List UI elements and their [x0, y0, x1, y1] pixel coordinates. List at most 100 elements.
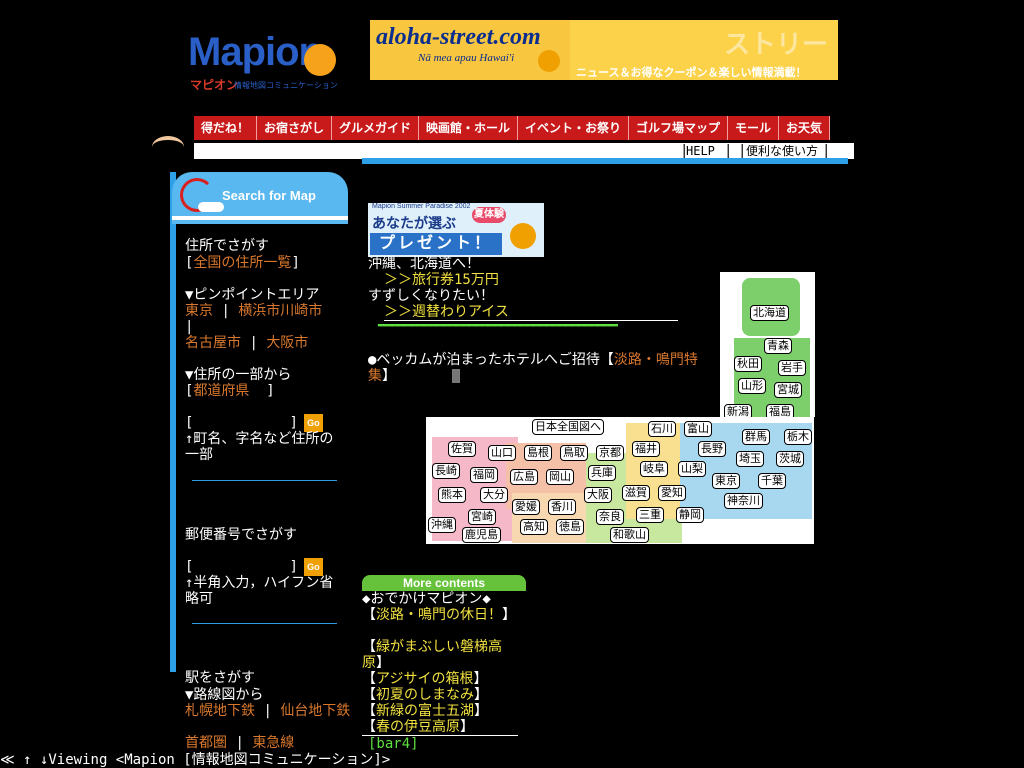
- pref-hiroshima[interactable]: 広島: [510, 469, 538, 485]
- pref-kagoshima[interactable]: 鹿児島: [462, 527, 501, 543]
- postal-input-row: [] Go: [185, 558, 323, 576]
- route-row-1: 札幌地下鉄 | 仙台地下鉄: [185, 703, 351, 719]
- nationwide-map-link[interactable]: 日本全国図へ: [532, 419, 604, 435]
- pref-kyoto[interactable]: 京都: [596, 445, 624, 461]
- route-tokyu-link[interactable]: 東急線: [252, 735, 294, 751]
- logo-tagline: 情報地図コミュニケーション: [234, 81, 338, 90]
- pref-gunma[interactable]: 群馬: [742, 429, 770, 445]
- help-link[interactable]: HELP: [686, 143, 715, 159]
- nav-tab-tokudane[interactable]: 得だね！: [194, 116, 257, 140]
- pref-fukui[interactable]: 福井: [632, 441, 660, 457]
- pref-saga[interactable]: 佐賀: [448, 441, 476, 457]
- pref-shiga[interactable]: 滋賀: [622, 485, 650, 501]
- pref-kagawa[interactable]: 香川: [548, 499, 576, 515]
- pref-miyazaki[interactable]: 宮崎: [468, 509, 496, 525]
- prefecture-select[interactable]: 都道府県: [193, 383, 249, 399]
- pref-nagano[interactable]: 長野: [698, 441, 726, 457]
- pref-gifu[interactable]: 岐阜: [640, 461, 668, 477]
- pref-nara[interactable]: 奈良: [596, 509, 624, 525]
- more-item-hakone[interactable]: アジサイの箱根: [376, 671, 473, 687]
- pref-akita[interactable]: 秋田: [734, 356, 762, 372]
- pref-kumamoto[interactable]: 熊本: [438, 487, 466, 503]
- summer-present-banner[interactable]: Mapion Summer Paradise 2002 あなたが選ぶ 夏体験 プ…: [368, 203, 544, 257]
- pref-fukuoka[interactable]: 福岡: [470, 467, 498, 483]
- cloud-icon: [198, 202, 224, 212]
- pinpoint-title: ▼ピンポイントエリア: [185, 287, 320, 303]
- banner-ghost-text: ストリー: [723, 29, 828, 59]
- address-list-link[interactable]: 全国の住所一覧: [193, 255, 291, 271]
- pref-oita[interactable]: 大分: [480, 487, 508, 503]
- pref-yamanashi[interactable]: 山梨: [678, 461, 706, 477]
- news-cool: すずしくなりたい！: [368, 288, 494, 304]
- news-okinawa: 沖縄、北海道へ！: [368, 256, 480, 272]
- route-sapporo-link[interactable]: 札幌地下鉄: [185, 703, 255, 719]
- nav-tab-gourmet[interactable]: グルメガイド: [332, 116, 419, 140]
- pref-saitama[interactable]: 埼玉: [736, 451, 764, 467]
- pref-tokushima[interactable]: 徳島: [556, 519, 584, 535]
- pref-ibaraki[interactable]: 茨城: [776, 451, 804, 467]
- howto-link[interactable]: 便利な使い方: [746, 143, 818, 159]
- pref-osaka[interactable]: 大阪: [584, 487, 612, 503]
- postal-hint: ↑半角入力，ハイフン省略可: [185, 575, 334, 607]
- pref-iwate[interactable]: 岩手: [778, 360, 806, 376]
- nav-tab-weather[interactable]: お天気: [779, 116, 830, 140]
- more-item-shimanami[interactable]: 初夏のしまなみ: [376, 687, 474, 703]
- pref-okinawa[interactable]: 沖縄: [428, 517, 456, 533]
- more-item-awaji[interactable]: 淡路・鳴門の休日！: [376, 607, 502, 623]
- pref-ehime[interactable]: 愛媛: [512, 499, 540, 515]
- pinpoint-osaka-link[interactable]: 大阪市: [266, 335, 308, 351]
- prefecture-row: [都道府県 ]: [185, 383, 275, 399]
- banner-tagline: ニュース＆お得なクーポン＆楽しい情報満載！: [576, 67, 807, 79]
- news-travel-voucher-link[interactable]: ＞＞旅行券15万円: [384, 272, 499, 288]
- status-line: ≪ ↑ ↓Viewing <Mapion [情報地図コミュニケーション]>: [0, 752, 1024, 768]
- pref-aomori[interactable]: 青森: [764, 338, 792, 354]
- pinpoint-yokohama-link[interactable]: 横浜市川崎市: [238, 303, 322, 319]
- pref-miyagi[interactable]: 宮城: [774, 382, 802, 398]
- nav-tab-event[interactable]: イベント・お祭り: [518, 116, 629, 140]
- left-panel-border: [170, 172, 176, 672]
- main-nav: 得だね！ お宿さがし グルメガイド 映画館・ホール イベント・お祭り ゴルフ場マ…: [194, 116, 830, 140]
- pref-wakayama[interactable]: 和歌山: [610, 527, 649, 543]
- pref-yamaguchi[interactable]: 山口: [488, 445, 516, 461]
- nav-tab-cinema[interactable]: 映画館・ホール: [419, 116, 518, 140]
- logo-text: Mapion: [188, 30, 323, 74]
- pref-yamagata[interactable]: 山形: [738, 378, 766, 394]
- pinpoint-row-2: 名古屋市 | 大阪市: [185, 335, 309, 351]
- pref-toyama[interactable]: 富山: [684, 421, 712, 437]
- pref-kanagawa[interactable]: 神奈川: [724, 493, 763, 509]
- pref-chiba[interactable]: 千葉: [758, 473, 786, 489]
- route-shutoken-link[interactable]: 首都圏: [185, 735, 227, 751]
- address-go-button[interactable]: Go: [303, 414, 323, 432]
- pref-hokkaido[interactable]: 北海道: [750, 305, 789, 321]
- more-item-izu[interactable]: 春の伊豆高原: [376, 719, 460, 735]
- pref-shizuoka[interactable]: 静岡: [676, 507, 704, 523]
- aloha-street-banner[interactable]: aloha-street.com Nā mea apau Hawai'i ストリ…: [370, 20, 838, 80]
- pref-mie[interactable]: 三重: [636, 507, 664, 523]
- pref-nagasaki[interactable]: 長崎: [432, 463, 460, 479]
- more-item-bandai[interactable]: 緑がまぶしい磐梯高原: [362, 639, 502, 671]
- pref-okayama[interactable]: 岡山: [546, 469, 574, 485]
- postal-go-button[interactable]: Go: [303, 558, 323, 576]
- mapion-logo[interactable]: Mapion マピオン 情報地図コミュニケーション: [186, 30, 358, 96]
- pref-ishikawa[interactable]: 石川: [648, 421, 676, 437]
- pref-tochigi[interactable]: 栃木: [784, 429, 812, 445]
- pinpoint-tokyo-link[interactable]: 東京: [185, 303, 213, 319]
- more-item-fujigoko[interactable]: 新緑の富士五湖: [376, 703, 474, 719]
- pref-aichi[interactable]: 愛知: [658, 485, 686, 501]
- more-item-row-3: 【アジサイの箱根】: [362, 671, 488, 687]
- nav-tab-golf[interactable]: ゴルフ場マップ: [629, 116, 728, 140]
- pref-kochi[interactable]: 高知: [520, 519, 548, 535]
- more-item-row-4: 【初夏のしまなみ】: [362, 687, 488, 703]
- route-sendai-link[interactable]: 仙台地下鉄: [280, 703, 350, 719]
- beckham-news: ●ベッカムが泊まったホテルへご招待【淡路・鳴門特集】: [368, 352, 708, 384]
- nav-tab-mall[interactable]: モール: [728, 116, 779, 140]
- pref-shimane[interactable]: 島根: [524, 445, 552, 461]
- pinpoint-nagoya-link[interactable]: 名古屋市: [185, 335, 241, 351]
- nav-tab-oyado[interactable]: お宿さがし: [257, 116, 332, 140]
- pref-tokyo[interactable]: 東京: [712, 473, 740, 489]
- pref-hyogo[interactable]: 兵庫: [588, 465, 616, 481]
- pref-tottori[interactable]: 鳥取: [560, 445, 588, 461]
- swoosh-decoration: [152, 136, 184, 158]
- beckham-text: ●ベッカムが泊まったホテルへご招待【: [368, 352, 614, 368]
- search-header-label: Search for Map: [222, 188, 316, 203]
